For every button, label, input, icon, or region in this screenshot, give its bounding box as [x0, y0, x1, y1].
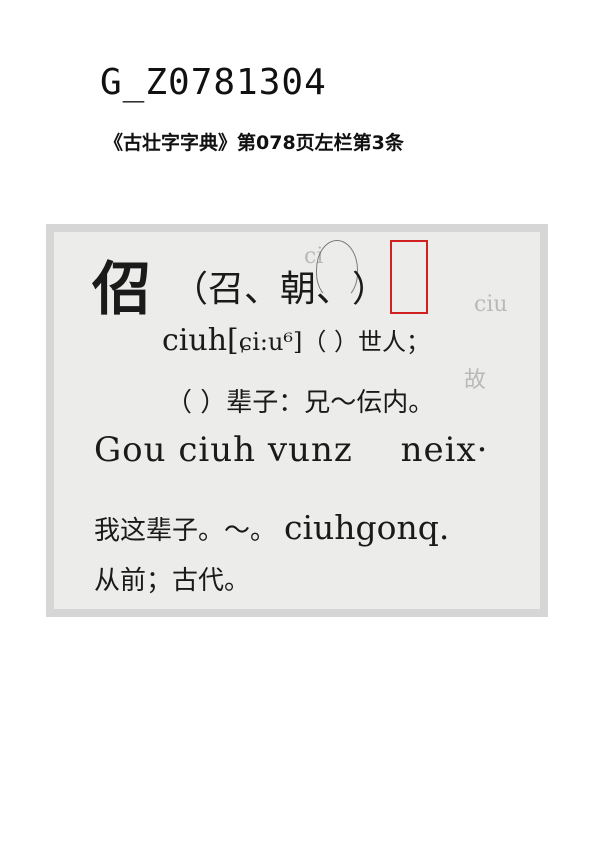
zhuang-word: neix·	[401, 430, 489, 470]
pron-prefix: ciuh[	[162, 323, 239, 358]
variant-forms: （召、朝、𠇌）	[172, 260, 388, 312]
final-gloss: 从前；古代。	[94, 560, 250, 597]
zhuang-example: Gou ciuh vunz neix·	[94, 430, 488, 470]
highlight-box	[390, 240, 428, 314]
translation-latin: ciuhgonq.	[284, 508, 449, 547]
translation-chinese: 我这辈子。～𫖀。	[94, 516, 276, 546]
entry-code-line: G_Z0781304 𠇌	[100, 58, 346, 104]
pron-suffix: ]（ ）世人；	[293, 328, 430, 356]
dictionary-scan-image: ci ciu 故 佋 （召、朝、𠇌） ciuh[ɕi:u⁶]（ ）世人； （ ）…	[46, 224, 548, 617]
pron-ipa: ɕi:u⁶	[239, 328, 293, 356]
gloss-line: （ ）辈子：兄～伝内。	[166, 382, 434, 419]
entry-code: G_Z0781304	[100, 62, 327, 103]
zhuang-word: ciuh	[178, 430, 256, 470]
source-reference: 《古壮字字典》第078页左栏第3条	[104, 128, 404, 155]
example-translation: 我这辈子。～𫖀。 ciuhgonq.	[94, 508, 449, 547]
zhuang-word: Gou	[94, 430, 167, 470]
headword-char: 佋	[92, 242, 150, 326]
entry-glyph: 𠇌	[345, 58, 346, 104]
bleed-through-text: ciu	[474, 292, 508, 317]
zhuang-word: vunz	[268, 430, 353, 470]
scan-paper: ci ciu 故 佋 （召、朝、𠇌） ciuh[ɕi:u⁶]（ ）世人； （ ）…	[54, 232, 540, 609]
pronunciation-line: ciuh[ɕi:u⁶]（ ）世人；	[162, 322, 430, 358]
bleed-through-text: 故	[464, 362, 486, 394]
